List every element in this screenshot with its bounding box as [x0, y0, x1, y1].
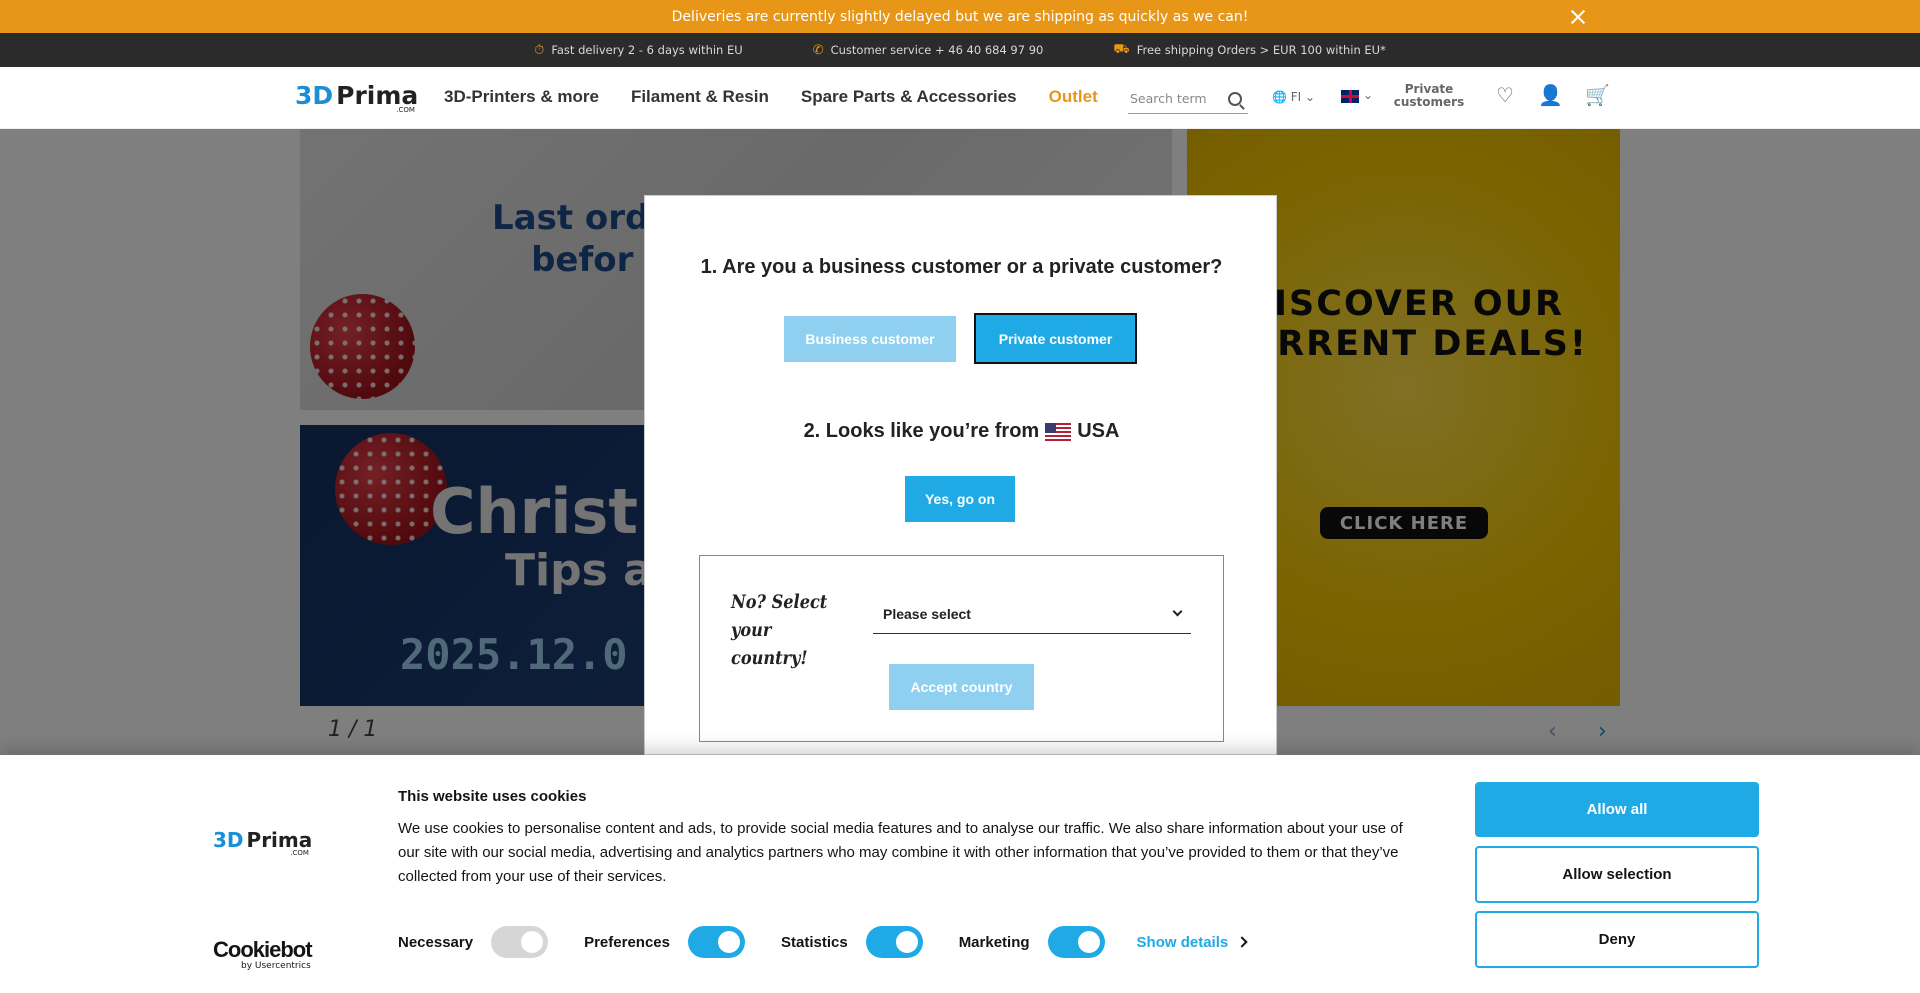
- marketing-switch[interactable]: [1047, 926, 1105, 958]
- toggle-marketing: Marketing: [959, 926, 1105, 958]
- logo[interactable]: 3D Prima .COM: [295, 81, 418, 114]
- logo-com: .COM: [290, 849, 309, 857]
- nav-item-outlet[interactable]: Outlet: [1049, 87, 1098, 107]
- show-details-link[interactable]: Show details: [1136, 933, 1248, 951]
- toggle-necessary: Necessary: [398, 926, 549, 958]
- cookie-banner: 3D Prima .COM Cookiebot by Usercentrics …: [0, 755, 1920, 993]
- toggle-label: Preferences: [584, 933, 670, 951]
- statistics-switch[interactable]: [865, 926, 923, 958]
- switch-knob: [521, 931, 544, 953]
- usp-text: Free shipping Orders > EUR 100 within EU…: [1136, 43, 1386, 57]
- question-country: 2. Looks like you’re from USA: [645, 420, 1278, 443]
- usp-text: Fast delivery 2 - 6 days within EU: [551, 43, 743, 57]
- necessary-switch: [491, 926, 549, 958]
- private-customer-button[interactable]: Private customer: [974, 313, 1137, 364]
- yes-go-on-button[interactable]: Yes, go on: [905, 476, 1015, 522]
- switch-knob: [717, 931, 740, 953]
- chevron-down-icon: [1172, 606, 1183, 617]
- customer-type-selector[interactable]: Private customers: [1392, 83, 1466, 109]
- phone-icon: ✆: [812, 42, 824, 58]
- cookie-banner-logo: 3D Prima .COM: [213, 828, 312, 857]
- question-customer-type: 1. Are you a business customer or a priv…: [700, 256, 1223, 278]
- heart-icon[interactable]: ♡: [1496, 83, 1514, 107]
- cookiebot-by: by Usercentrics: [241, 961, 311, 971]
- cookiebot-logo[interactable]: Cookiebot by Usercentrics: [213, 937, 313, 971]
- usp-item-service: ✆ Customer service + 46 40 684 97 90: [813, 43, 1044, 58]
- usp-item-delivery: ⏱ Fast delivery 2 - 6 days within EU: [534, 43, 743, 58]
- chevron-down-icon[interactable]: ⌄: [1363, 88, 1373, 102]
- truck-icon: ⛟: [1113, 41, 1130, 57]
- toggle-preferences: Preferences: [584, 926, 745, 958]
- toggle-label: Necessary: [398, 933, 474, 951]
- notice-text: Deliveries are currently slightly delaye…: [671, 8, 1249, 25]
- cookie-title: This website uses cookies: [398, 788, 587, 805]
- notice-bar: Deliveries are currently slightly delaye…: [0, 0, 1920, 33]
- site-header: 3D Prima .COM 3D-Printers & more Filamen…: [0, 67, 1920, 129]
- toggle-statistics: Statistics: [781, 926, 923, 958]
- usp-text: Customer service + 46 40 684 97 90: [830, 43, 1044, 57]
- search-icon[interactable]: [1228, 91, 1242, 106]
- country-select-box: No? Select your country! Please select A…: [699, 555, 1224, 742]
- switch-knob: [1077, 931, 1100, 953]
- logo-3d: 3D: [295, 81, 334, 110]
- nav-item-printers[interactable]: 3D-Printers & more: [444, 87, 599, 107]
- business-customer-button[interactable]: Business customer: [784, 316, 956, 362]
- account-icon[interactable]: 👤: [1538, 83, 1563, 107]
- chevron-right-icon: [1236, 936, 1248, 948]
- toggle-label: Marketing: [958, 933, 1030, 951]
- select-country-label: No? Select your country!: [731, 591, 828, 669]
- select-value: Please select: [883, 605, 971, 622]
- deny-button[interactable]: Deny: [1475, 911, 1759, 968]
- country-select[interactable]: Please select: [873, 594, 1191, 634]
- accept-country-button[interactable]: Accept country: [889, 664, 1034, 710]
- show-details-label: Show details: [1136, 933, 1229, 951]
- country-question-text: 2. Looks like you’re from: [803, 420, 1040, 442]
- toggle-label: Statistics: [780, 933, 848, 951]
- customer-type-modal: 1. Are you a business customer or a priv…: [644, 195, 1277, 755]
- stopwatch-icon: ⏱: [534, 42, 545, 58]
- cookiebot-name: Cookiebot: [213, 937, 313, 962]
- search-input[interactable]: Search term: [1128, 84, 1248, 114]
- usp-item-shipping: ⛟ Free shipping Orders > EUR 100 within …: [1113, 42, 1385, 59]
- allow-all-button[interactable]: Allow all: [1475, 782, 1759, 837]
- globe-icon: 🌐: [1272, 90, 1287, 104]
- nav-item-filament[interactable]: Filament & Resin: [631, 87, 769, 107]
- us-flag-icon: [1045, 422, 1072, 441]
- allow-selection-button[interactable]: Allow selection: [1475, 846, 1759, 903]
- detected-country: USA: [1077, 420, 1120, 442]
- cart-icon[interactable]: 🛒: [1585, 83, 1610, 107]
- region-selector[interactable]: 🌐 FI ⌄: [1272, 90, 1315, 104]
- logo-3d: 3D: [213, 828, 244, 852]
- consent-toggles: Necessary Preferences Statistics Marketi…: [398, 926, 1248, 958]
- search-placeholder: Search term: [1130, 91, 1207, 106]
- close-icon[interactable]: [1569, 8, 1587, 26]
- language-flag-icon[interactable]: [1341, 90, 1359, 103]
- usp-bar: ⏱ Fast delivery 2 - 6 days within EU ✆ C…: [0, 33, 1920, 67]
- region-label: FI: [1290, 90, 1302, 104]
- cookie-text: We use cookies to personalise content an…: [398, 820, 1403, 885]
- nav-item-spare-parts[interactable]: Spare Parts & Accessories: [801, 87, 1017, 107]
- preferences-switch[interactable]: [687, 926, 745, 958]
- logo-com: .COM: [396, 106, 415, 114]
- switch-knob: [895, 931, 918, 953]
- main-nav: 3D-Printers & more Filament & Resin Spar…: [444, 87, 1098, 107]
